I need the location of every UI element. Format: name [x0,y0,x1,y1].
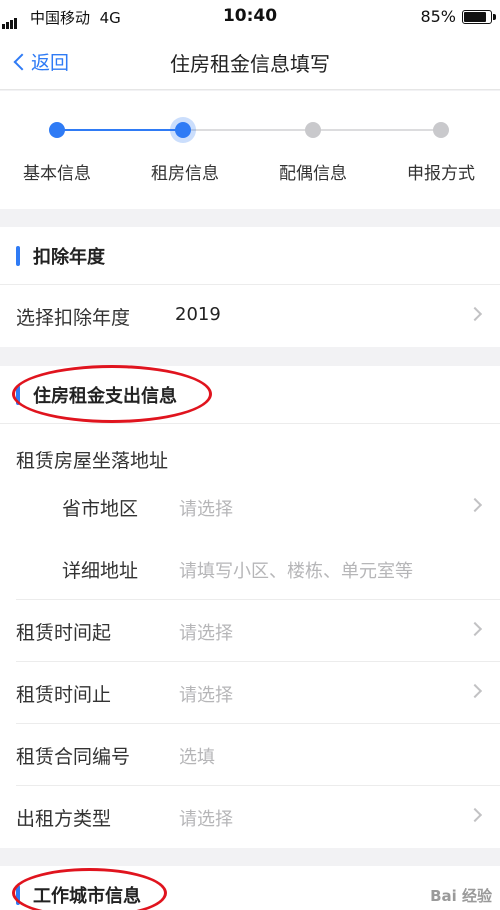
field-placeholder: 选填 [179,747,215,768]
step-connector-done [57,129,183,131]
step-label-2: 租房信息 [151,164,219,184]
step-dot-1 [49,122,65,138]
step-dot-4 [433,122,449,138]
chevron-right-icon [467,621,483,637]
field-placeholder: 请填写小区、楼栋、单元室等 [179,561,413,582]
step-label-3: 配偶信息 [279,164,347,184]
section-deduction-year: 扣除年度 选择扣除年度 2019 [0,227,500,347]
field-placeholder: 请选择 [179,809,233,830]
step-dot-3 [305,122,321,138]
chevron-right-icon [467,306,483,322]
field-placeholder: 请选择 [179,685,233,706]
section-header: 扣除年度 [0,227,500,285]
field-label: 租赁合同编号 [16,746,131,768]
lessor-type-select[interactable]: 出租方类型 请选择 [16,786,500,848]
chevron-right-icon [467,683,483,699]
battery-percent: 85% [420,7,456,26]
contract-number-input[interactable]: 租赁合同编号 选填 [16,724,500,786]
field-label: 选择扣除年度 [16,307,131,329]
section-rent-expense: 住房租金支出信息 租赁房屋坐落地址 省市地区 请选择 详细地址 请填写小区、楼栋… [0,366,500,848]
battery-icon [462,10,496,24]
nav-bar: 返回 住房租金信息填写 [0,34,500,90]
step-dot-2 [170,117,196,143]
page-title: 住房租金信息填写 [170,52,330,76]
field-label: 出租方类型 [16,808,112,830]
field-value: 2019 [175,304,221,325]
annotation-circle [12,365,212,423]
watermark: Bai 经验 [430,887,492,905]
field-placeholder: 请选择 [179,623,233,644]
field-label: 租赁时间止 [16,684,112,706]
province-select[interactable]: 省市地区 请选择 [16,476,500,538]
section-title: 扣除年度 [33,247,105,268]
lease-start-select[interactable]: 租赁时间起 请选择 [16,600,500,662]
step-label-1: 基本信息 [23,164,91,184]
detail-address-input[interactable]: 详细地址 请填写小区、楼栋、单元室等 [16,538,500,600]
field-label: 租赁房屋坐落地址 [16,450,169,472]
field-label: 省市地区 [62,498,139,520]
field-label: 租赁时间起 [16,622,112,644]
field-label: 详细地址 [62,560,139,582]
status-bar: 中国移动 4G 10:40 85% [0,0,500,34]
chevron-right-icon [467,807,483,823]
section-accent-bar [16,246,20,266]
annotation-circle [12,868,167,910]
progress-stepper: 基本信息 租房信息 配偶信息 申报方式 [0,91,500,209]
step-label-4: 申报方式 [407,164,475,184]
chevron-right-icon [467,497,483,513]
address-group-label: 租赁房屋坐落地址 [16,424,500,476]
field-placeholder: 请选择 [179,499,233,520]
lease-end-select[interactable]: 租赁时间止 请选择 [16,662,500,724]
deduction-year-select[interactable]: 选择扣除年度 2019 [16,285,500,347]
